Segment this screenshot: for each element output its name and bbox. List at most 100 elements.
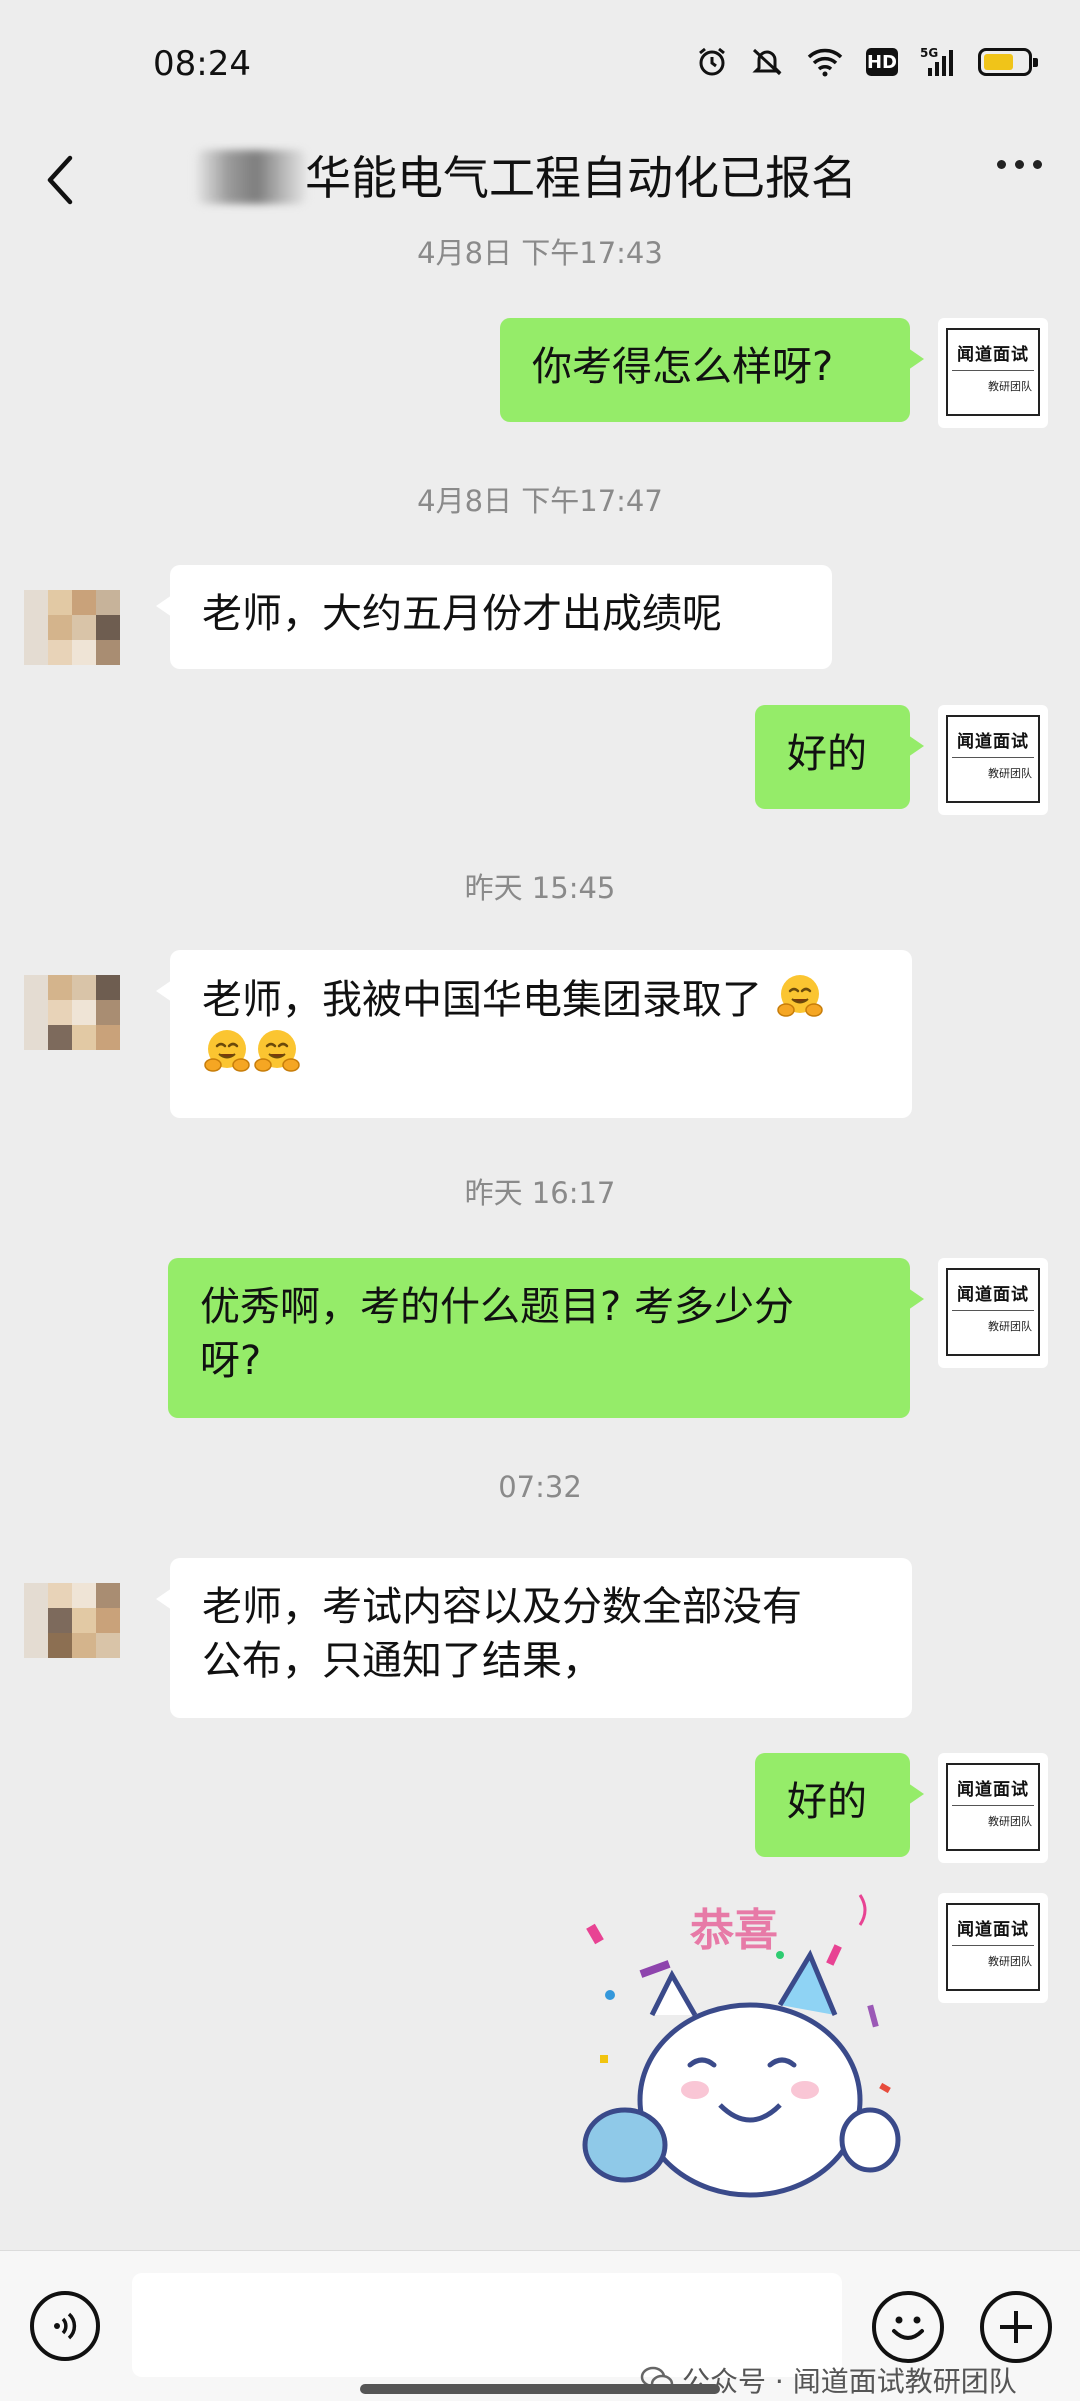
hugging-face-emoji-icon <box>204 1030 250 1072</box>
avatar-pixel <box>120 1583 142 1608</box>
avatar-pixel <box>72 1000 97 1025</box>
sticker-caption: 恭喜 <box>689 1905 778 1956</box>
avatar-logo-text: 闻道面试 <box>957 345 1029 365</box>
chat-title: 华能电气工程自动化已报名 <box>305 151 857 205</box>
avatar-pixel <box>24 590 49 615</box>
avatar-self[interactable]: 闻道面试 教研团队 <box>938 705 1048 815</box>
congrats-cat-sticker[interactable]: 恭喜 <box>580 1885 910 2215</box>
avatar-self[interactable]: 闻道面试 教研团队 <box>938 1753 1048 1863</box>
avatar-pixel <box>24 1608 49 1633</box>
avatar-pixel <box>48 590 73 615</box>
avatar-pixel <box>48 1608 73 1633</box>
timestamp: 昨天 15:45 <box>464 871 616 905</box>
avatar-contact[interactable] <box>24 950 142 1075</box>
avatar-self[interactable]: 闻道面试 教研团队 <box>938 1258 1048 1368</box>
chat-area[interactable]: 4月8日 下午17:43 你考得怎么样呀? 闻道面试 教研团队 4月8日 下午1… <box>0 236 1080 2245</box>
battery-fill <box>984 54 1013 70</box>
voice-input-button[interactable] <box>30 2291 100 2361</box>
chevron-left-icon <box>47 155 73 205</box>
avatar-pixel <box>48 565 73 590</box>
avatar-pixel <box>48 950 73 975</box>
avatar-self[interactable]: 闻道面试 教研团队 <box>938 1893 1048 2003</box>
avatar-pixel <box>120 565 142 590</box>
avatar-pixel <box>24 665 49 690</box>
avatar-pixel <box>72 565 97 590</box>
avatar-pixel <box>96 1583 121 1608</box>
avatar-pixel <box>72 665 97 690</box>
avatar-pixel <box>120 1608 142 1633</box>
avatar-pixel <box>96 640 121 665</box>
avatar-contact[interactable] <box>24 565 142 690</box>
home-indicator[interactable] <box>360 2384 720 2394</box>
more-actions-button[interactable] <box>980 2291 1052 2363</box>
avatar-pixel <box>48 1558 73 1583</box>
avatar-logo-subtext: 教研团队 <box>988 1815 1032 1828</box>
wifi-icon <box>807 48 843 77</box>
avatar-pixel <box>120 975 142 1000</box>
signal-5g-icon: 5G <box>920 46 953 76</box>
message-text: 老师，考试内容以及分数全部没有 <box>202 1584 802 1630</box>
avatar-pixel <box>120 615 142 640</box>
avatar-pixel <box>72 640 97 665</box>
avatar-pixel <box>120 1633 142 1658</box>
avatar-logo-text: 闻道面试 <box>957 1285 1029 1305</box>
avatar-pixel <box>72 950 97 975</box>
message-bubble-outgoing[interactable]: 你考得怎么样呀? <box>500 318 924 422</box>
message-bubble-incoming[interactable]: 老师，我被中国华电集团录取了 <box>156 950 912 1118</box>
avatar-pixel <box>120 665 142 690</box>
emoji-button[interactable] <box>872 2291 944 2363</box>
more-options-button[interactable] <box>997 160 1042 169</box>
avatar-pixel <box>72 1558 97 1583</box>
message-bubble-incoming[interactable]: 老师，大约五月份才出成绩呢 <box>156 565 832 669</box>
title-redacted-blur <box>196 150 306 204</box>
message-bubble-incoming[interactable]: 老师，考试内容以及分数全部没有 公布，只通知了结果， <box>156 1558 912 1718</box>
watermark: 公众号 · 闻道面试教研团队 <box>640 2360 1017 2400</box>
more-dot-icon <box>997 160 1006 169</box>
timestamp: 4月8日 下午17:43 <box>417 236 663 270</box>
smiley-icon <box>892 2316 924 2340</box>
avatar-pixel <box>96 1050 121 1075</box>
avatar-pixel <box>72 590 97 615</box>
avatar-pixel <box>48 1000 73 1025</box>
more-dot-icon <box>1033 160 1042 169</box>
status-time: 08:24 <box>153 44 251 84</box>
avatar-pixel <box>24 1000 49 1025</box>
timestamp: 07:32 <box>498 1470 582 1504</box>
timestamp: 4月8日 下午17:47 <box>417 484 663 518</box>
message-bubble-outgoing[interactable]: 优秀啊，考的什么题目? 考多少分 呀? <box>168 1258 924 1418</box>
message-text: 好的 <box>787 731 867 777</box>
avatar-pixel <box>120 640 142 665</box>
avatar-pixel <box>96 1658 121 1683</box>
avatar-pixel <box>24 565 49 590</box>
avatar-pixel <box>72 1050 97 1075</box>
avatar-pixel <box>96 1025 121 1050</box>
back-button[interactable] <box>30 150 90 210</box>
voice-icon <box>54 2312 77 2340</box>
avatar-contact[interactable] <box>24 1558 142 1683</box>
message-text: 优秀啊，考的什么题目? 考多少分 <box>200 1284 794 1330</box>
message-bubble-outgoing[interactable]: 好的 <box>755 1753 924 1857</box>
avatar-pixel <box>48 975 73 1000</box>
message-text: 老师，大约五月份才出成绩呢 <box>202 591 722 637</box>
avatar-pixel <box>24 1583 49 1608</box>
more-dot-icon <box>1015 160 1024 169</box>
hd-badge: HD <box>866 48 898 76</box>
message-text: 老师，我被中国华电集团录取了 <box>202 977 762 1023</box>
avatar-pixel <box>48 615 73 640</box>
avatar-pixel <box>96 950 121 975</box>
avatar-pixel <box>120 950 142 975</box>
timestamp: 昨天 16:17 <box>464 1176 616 1210</box>
avatar-pixel <box>120 590 142 615</box>
message-bubble-outgoing[interactable]: 好的 <box>755 705 924 809</box>
avatar-self[interactable]: 闻道面试 教研团队 <box>938 318 1048 428</box>
mute-bell-icon <box>752 48 782 76</box>
avatar-pixel <box>24 950 49 975</box>
avatar-pixel <box>96 565 121 590</box>
avatar-pixel <box>96 1558 121 1583</box>
avatar-pixel <box>24 1558 49 1583</box>
watermark-text: 公众号 · 闻道面试教研团队 <box>682 2365 1017 2398</box>
battery-icon <box>978 48 1038 76</box>
avatar-pixel <box>48 1658 73 1683</box>
avatar-pixel <box>120 1000 142 1025</box>
avatar-pixel <box>72 1025 97 1050</box>
